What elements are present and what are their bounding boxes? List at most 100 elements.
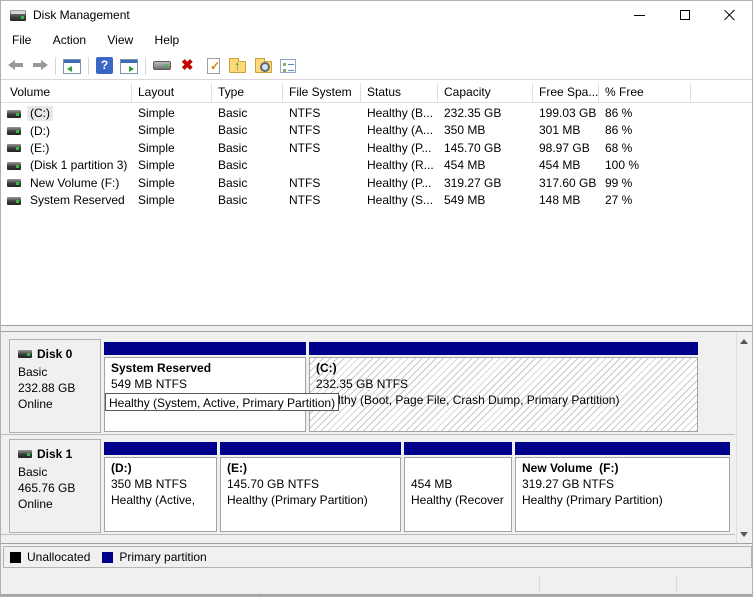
column-status[interactable]: Status	[361, 83, 438, 103]
volume-row-f[interactable]: New Volume (F:) Simple Basic NTFS Health…	[1, 175, 752, 192]
cell-pct-free: 100 %	[605, 158, 640, 173]
cell-file-system: NTFS	[289, 123, 321, 138]
partition-status: Healthy (Recover	[411, 493, 504, 507]
partition-info: 350 MB NTFS	[111, 477, 188, 491]
column-file-system[interactable]: File System	[283, 83, 361, 103]
legend-unallocated: Unallocated	[10, 550, 90, 564]
disk-icon	[18, 350, 32, 358]
disk-1-header[interactable]: Disk 1 Basic 465.76 GB Online	[9, 439, 101, 533]
disk-name: Disk 1	[37, 447, 73, 461]
toolbar	[1, 52, 752, 80]
column-pct-free[interactable]: % Free	[599, 83, 691, 103]
volume-row-disk1-partition3[interactable]: (Disk 1 partition 3) Simple Basic Health…	[1, 157, 752, 174]
primary-partition-band	[104, 442, 217, 455]
disk-kind: Basic	[18, 465, 48, 479]
partition-status: Healthy (Primary Partition)	[522, 493, 663, 507]
close-icon	[724, 9, 736, 21]
column-type[interactable]: Type	[212, 83, 283, 103]
help-icon[interactable]	[96, 57, 113, 74]
partition-system-reserved[interactable]: System Reserved 549 MB NTFS	[104, 342, 306, 432]
column-free-space[interactable]: Free Spa...	[533, 83, 599, 103]
cell-layout: Simple	[138, 123, 175, 138]
column-capacity[interactable]: Capacity	[438, 83, 533, 103]
cell-pct-free: 86 %	[605, 106, 633, 120]
explore-folder-icon[interactable]	[255, 58, 272, 73]
partition-c[interactable]: (C:) 232.35 GB NTFS Healthy (Boot, Page …	[309, 342, 698, 432]
partition-info: 145.70 GB NTFS	[227, 477, 320, 491]
title-bar: Disk Management	[1, 1, 752, 29]
partition-recovery[interactable]: 454 MB Healthy (Recover	[404, 442, 512, 532]
maximize-button[interactable]	[662, 1, 707, 29]
volume-list-header: Volume Layout Type File System Status Ca…	[1, 83, 752, 103]
volume-name: (E:)	[30, 140, 50, 155]
primary-partition-band	[104, 342, 306, 355]
cell-free-space: 454 MB	[539, 158, 581, 173]
primary-partition-band	[220, 442, 401, 455]
minimize-button[interactable]	[617, 1, 662, 29]
cell-layout: Simple	[138, 192, 175, 207]
delete-volume-icon[interactable]	[180, 57, 197, 74]
menu-bar: File Action View Help	[1, 29, 752, 52]
partition-name: (E:)	[227, 461, 247, 475]
disk-size: 465.76 GB	[18, 481, 76, 495]
volume-icon	[7, 196, 21, 205]
status-bar-divider	[676, 576, 677, 592]
menu-action[interactable]: Action	[44, 29, 95, 52]
volume-rows: (C:) Simple Basic NTFS Healthy (B... 232…	[1, 105, 752, 209]
volume-row-e[interactable]: (E:) Simple Basic NTFS Healthy (P... 145…	[1, 140, 752, 157]
disk-1-row: Disk 1 Basic 465.76 GB Online (D:) 350 M…	[1, 439, 735, 535]
primary-partition-band	[309, 342, 698, 355]
column-volume[interactable]: Volume	[1, 83, 132, 103]
cell-pct-free: 86 %	[605, 123, 633, 138]
forward-icon[interactable]	[31, 57, 48, 74]
partition-info: 549 MB NTFS	[111, 377, 188, 391]
cell-layout: Simple	[138, 140, 175, 155]
cell-status: Healthy (R...	[367, 158, 434, 173]
volume-name: (C:)	[27, 106, 53, 122]
vertical-scrollbar[interactable]	[736, 333, 752, 543]
menu-help[interactable]: Help	[146, 29, 189, 52]
disk-graph-pane: Disk 0 Basic 232.88 GB Online System Res…	[1, 331, 752, 544]
legend-bar: Unallocated Primary partition	[3, 546, 752, 568]
partition-e[interactable]: (E:) 145.70 GB NTFS Healthy (Primary Par…	[220, 442, 401, 532]
cell-file-system: NTFS	[289, 192, 321, 207]
cell-status: Healthy (P...	[367, 140, 432, 155]
maximize-icon	[680, 10, 690, 20]
disk-icon	[18, 450, 32, 458]
menu-file[interactable]: File	[3, 29, 40, 52]
scroll-up-icon[interactable]	[737, 333, 752, 350]
cell-file-system	[283, 157, 361, 174]
menu-view[interactable]: View	[98, 29, 142, 52]
partition-info: 454 MB	[411, 477, 453, 491]
partition-name: System Reserved	[111, 361, 212, 375]
minimize-icon	[634, 15, 645, 16]
show-console-tree-icon[interactable]	[63, 58, 81, 74]
close-button[interactable]	[707, 1, 752, 29]
scroll-down-icon[interactable]	[737, 526, 752, 543]
volume-name: (D:)	[30, 123, 50, 138]
column-layout[interactable]: Layout	[132, 83, 212, 103]
cell-status: Healthy (A...	[367, 123, 434, 138]
partition-f[interactable]: New Volume (F:) 319.27 GB NTFS Healthy (…	[515, 442, 730, 532]
disk-size: 232.88 GB	[18, 381, 76, 395]
volume-row-system-reserved[interactable]: System Reserved Simple Basic NTFS Health…	[1, 192, 752, 209]
volume-row-d[interactable]: (D:) Simple Basic NTFS Healthy (A... 350…	[1, 122, 752, 139]
volume-row-c[interactable]: (C:) Simple Basic NTFS Healthy (B... 232…	[1, 105, 752, 122]
disk-status: Online	[18, 497, 53, 511]
cell-capacity: 319.27 GB	[444, 175, 502, 190]
partition-d[interactable]: (D:) 350 MB NTFS Healthy (Active,	[104, 442, 217, 532]
show-action-pane-icon[interactable]	[120, 58, 138, 74]
folder-up-icon[interactable]	[229, 58, 246, 73]
back-icon[interactable]	[8, 57, 25, 74]
rescan-disks-icon[interactable]	[153, 61, 171, 70]
volume-icon	[7, 144, 21, 153]
check-document-icon[interactable]	[207, 57, 220, 74]
disk-status: Online	[18, 397, 53, 411]
disk-0-header[interactable]: Disk 0 Basic 232.88 GB Online	[9, 339, 101, 433]
cell-file-system: NTFS	[289, 175, 321, 190]
status-bar-divider	[539, 576, 540, 592]
cell-layout: Simple	[138, 106, 175, 120]
cell-file-system: NTFS	[289, 106, 321, 120]
properties-list-icon[interactable]	[280, 59, 296, 73]
window-controls	[617, 1, 752, 29]
